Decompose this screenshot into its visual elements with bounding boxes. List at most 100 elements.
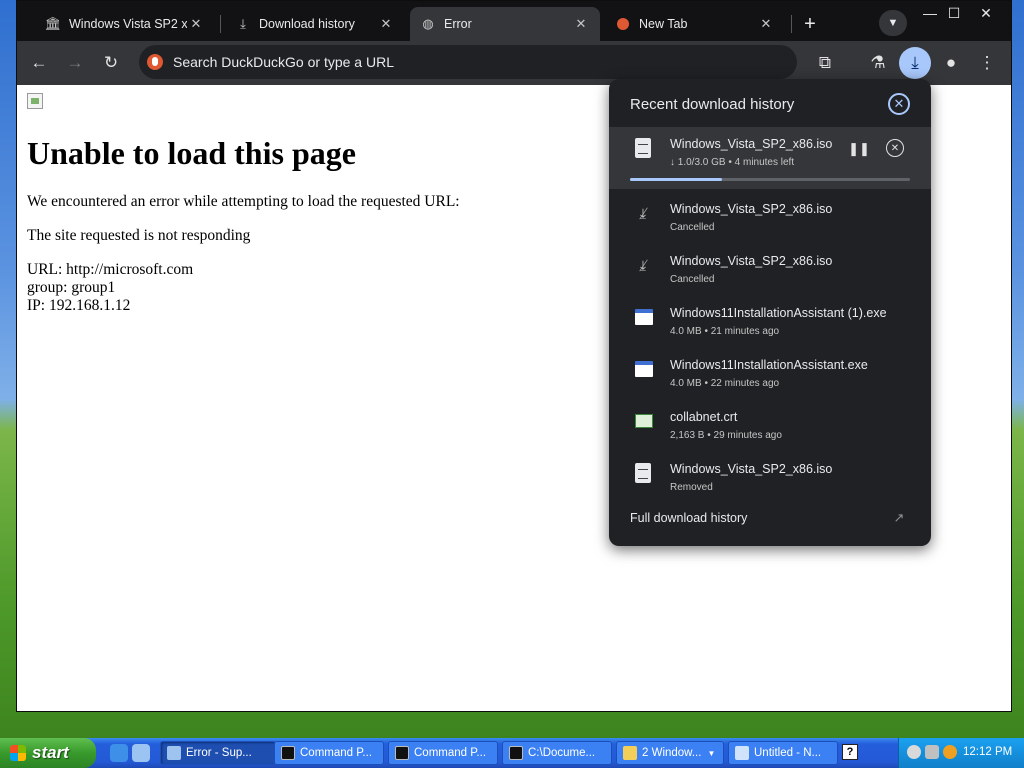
taskbar-item-explorer-group[interactable]: 2 Window... ▼ <box>616 741 724 765</box>
command-prompt-icon <box>395 746 409 760</box>
ip-info: IP: 192.168.1.12 <box>27 297 131 314</box>
url-info: URL: http://microsoft.com <box>27 261 194 278</box>
start-button[interactable]: start <box>0 738 96 768</box>
download-status: Cancelled <box>670 274 715 285</box>
address-bar[interactable]: Search DuckDuckGo or type a URL <box>139 45 797 79</box>
taskbar-item-error[interactable]: Error - Sup... <box>160 741 276 765</box>
cancel-download-button[interactable]: ✕ <box>886 139 904 157</box>
pause-button[interactable]: ❚❚ <box>848 139 870 159</box>
download-filename: Windows_Vista_SP2_x86.iso <box>670 254 833 268</box>
download-item-active[interactable]: Windows_Vista_SP2_x86.iso ↓ 1.0/3.0 GB •… <box>609 127 931 189</box>
close-icon[interactable]: ✕ <box>187 15 205 33</box>
download-icon: ⤓ <box>240 16 246 31</box>
download-filename: Windows11InstallationAssistant (1).exe <box>670 306 887 320</box>
taskbar-item-cmd[interactable]: Command P... <box>388 741 498 765</box>
tab-strip: 🏛 Windows Vista SP2 x86.i ✕ ⤓ Download h… <box>17 1 1011 41</box>
download-filename: Windows_Vista_SP2_x86.iso <box>670 202 833 216</box>
taskbar-item-label: Error - Sup... <box>186 747 252 759</box>
tab-download-history[interactable]: ⤓ Download history ✕ <box>225 7 405 41</box>
close-icon: ✕ <box>893 96 905 111</box>
archive-icon: 🏛 <box>44 16 62 31</box>
tab-title: Download history <box>259 17 355 31</box>
tab-separator <box>791 15 792 33</box>
tray-app-icon[interactable] <box>925 745 939 759</box>
close-icon[interactable]: ✕ <box>572 15 590 33</box>
error-reason: The site requested is not responding <box>27 227 251 244</box>
browser-icon <box>167 746 181 760</box>
download-icon: ⤓ <box>911 53 919 72</box>
download-progress-bar <box>630 178 910 181</box>
taskbar-item-cmd[interactable]: Command P... <box>274 741 384 765</box>
close-icon[interactable]: ✕ <box>377 15 395 33</box>
download-item[interactable]: Windows_Vista_SP2_x86.iso Removed <box>609 452 931 504</box>
person-icon: ● <box>945 53 957 72</box>
document-file-icon <box>635 463 651 483</box>
internet-explorer-icon[interactable] <box>110 744 128 762</box>
certificate-file-icon <box>635 414 653 428</box>
download-status: 4.0 MB • 21 minutes ago <box>670 326 780 337</box>
help-icon[interactable]: ? <box>842 744 858 760</box>
download-item[interactable]: ⤓̸ Windows_Vista_SP2_x86.iso Cancelled <box>609 244 931 296</box>
notepad-icon <box>735 746 749 760</box>
back-button[interactable]: ← <box>23 47 55 79</box>
maximize-button[interactable]: ☐ <box>939 1 969 25</box>
download-filename: Windows_Vista_SP2_x86.iso <box>670 137 833 151</box>
download-bubble: Recent download history ✕ Windows_Vista_… <box>609 79 931 546</box>
download-item[interactable]: Windows11InstallationAssistant.exe 4.0 M… <box>609 348 931 400</box>
system-tray: 12:12 PM <box>898 738 1024 768</box>
command-prompt-icon <box>281 746 295 760</box>
download-item[interactable]: ⤓̸ Windows_Vista_SP2_x86.iso Cancelled <box>609 192 931 244</box>
page-title: Unable to load this page <box>27 135 356 171</box>
download-off-icon: ⤓̸ <box>639 204 647 221</box>
command-prompt-icon <box>509 746 523 760</box>
close-bubble-button[interactable]: ✕ <box>888 93 910 115</box>
downloads-button[interactable]: ⤓ <box>899 47 931 79</box>
download-item[interactable]: collabnet.crt 2,163 B • 29 minutes ago <box>609 400 931 452</box>
labs-button[interactable]: ⚗ <box>862 47 894 79</box>
tab-title: Error <box>444 17 472 31</box>
tab-separator <box>220 15 221 33</box>
close-icon[interactable]: ✕ <box>757 15 775 33</box>
reload-button[interactable]: ↻ <box>95 47 127 79</box>
tab-windows-vista[interactable]: 🏛 Windows Vista SP2 x86.i ✕ <box>35 7 215 41</box>
open-external-icon[interactable]: ↗ <box>890 509 908 527</box>
maximize-icon: ☐ <box>947 4 961 21</box>
close-window-button[interactable]: ✕ <box>971 1 1001 25</box>
profile-button[interactable]: ● <box>935 47 967 79</box>
group-info: group: group1 <box>27 279 116 296</box>
tab-error[interactable]: ◍ Error ✕ <box>410 7 600 41</box>
forward-button[interactable]: → <box>59 47 91 79</box>
error-message: We encountered an error while attempting… <box>27 193 460 210</box>
puzzle-icon: ⧉ <box>818 53 832 72</box>
download-status: ↓ 1.0/3.0 GB • 4 minutes left <box>670 157 795 168</box>
taskbar: start Error - Sup... Command P... Comman… <box>0 738 1024 768</box>
taskbar-item-cmd-documents[interactable]: C:\Docume... <box>502 741 612 765</box>
minimize-icon: — <box>923 5 937 21</box>
arrow-right-icon: → <box>66 53 84 72</box>
tray-network-icon[interactable] <box>907 745 921 759</box>
download-filename: collabnet.crt <box>670 410 738 424</box>
taskbar-item-notepad[interactable]: Untitled - N... <box>728 741 838 765</box>
menu-button[interactable]: ⋮ <box>971 47 1003 79</box>
document-file-icon <box>635 138 651 158</box>
broken-image-icon <box>27 93 43 109</box>
tab-search-button[interactable]: ▼ <box>879 10 907 36</box>
address-bar-placeholder: Search DuckDuckGo or type a URL <box>173 54 394 70</box>
browser-quicklaunch-icon[interactable] <box>132 744 150 762</box>
extensions-button[interactable]: ⧉ <box>809 47 841 79</box>
exe-file-icon <box>635 309 653 325</box>
exe-file-icon <box>635 361 653 377</box>
download-status: Removed <box>670 482 713 493</box>
full-download-history-link[interactable]: Full download history <box>630 511 747 525</box>
flask-icon: ⚗ <box>870 53 886 72</box>
taskbar-item-label: C:\Docume... <box>528 747 596 759</box>
download-item[interactable]: Windows11InstallationAssistant (1).exe 4… <box>609 296 931 348</box>
tray-search-icon[interactable] <box>943 745 957 759</box>
download-progress-fill <box>630 178 723 181</box>
close-icon: ✕ <box>980 4 992 21</box>
new-tab-button[interactable]: + <box>797 11 823 37</box>
tab-new-tab[interactable]: New Tab ✕ <box>605 7 785 41</box>
duckduckgo-icon <box>615 16 631 32</box>
taskbar-item-label: 2 Window... <box>642 747 702 759</box>
chevron-down-icon: ▼ <box>707 748 716 758</box>
